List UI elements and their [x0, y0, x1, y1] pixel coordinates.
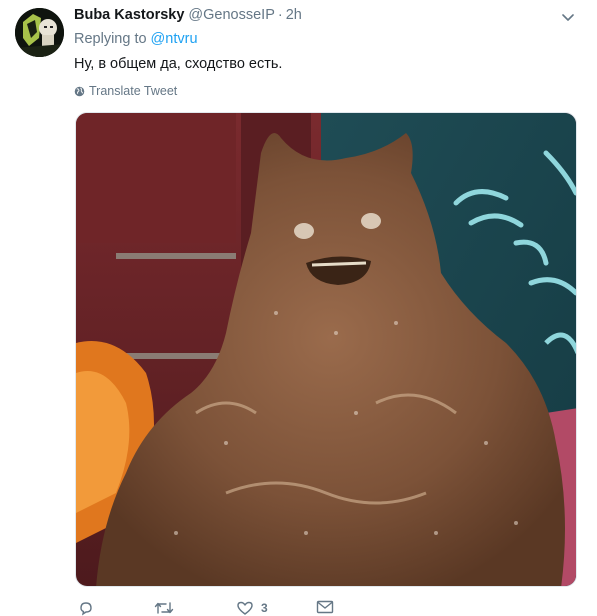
like-count: 3 [261, 601, 268, 615]
reply-mention-link[interactable]: @ntvru [151, 31, 198, 47]
like-button[interactable]: 3 [236, 600, 268, 616]
tweet-actions: 3 [74, 600, 374, 616]
avatar[interactable] [15, 8, 64, 57]
tweet-text: Ну, в общем да, сходство есть. [74, 56, 283, 72]
retweet-button[interactable] [154, 600, 174, 616]
direct-message-button[interactable] [316, 600, 334, 614]
reply-button[interactable] [78, 600, 94, 616]
user-handle[interactable]: @GenosseIP [188, 7, 274, 23]
more-options-button[interactable] [560, 10, 576, 26]
heart-icon [237, 601, 253, 615]
timestamp[interactable]: 2h [286, 7, 302, 23]
separator-dot: · [277, 7, 283, 23]
retweet-icon [154, 602, 174, 614]
avatar-image [15, 8, 64, 57]
chevron-down-icon [562, 14, 574, 21]
replying-prefix: Replying to [74, 31, 147, 47]
replying-to: Replying to @ntvru [74, 31, 198, 47]
tweet-photo[interactable] [75, 112, 577, 587]
photo-image [76, 113, 576, 586]
tweet: Buba Kastorsky @GenosseIP · 2h Replying … [0, 0, 597, 616]
display-name[interactable]: Buba Kastorsky [74, 7, 184, 23]
translate-tweet-link[interactable]: Translate Tweet [74, 84, 177, 98]
tweet-header: Buba Kastorsky @GenosseIP · 2h [74, 7, 302, 27]
globe-icon [74, 86, 85, 96]
translate-label: Translate Tweet [89, 84, 178, 98]
reply-icon [80, 602, 92, 616]
envelope-icon [316, 600, 334, 614]
